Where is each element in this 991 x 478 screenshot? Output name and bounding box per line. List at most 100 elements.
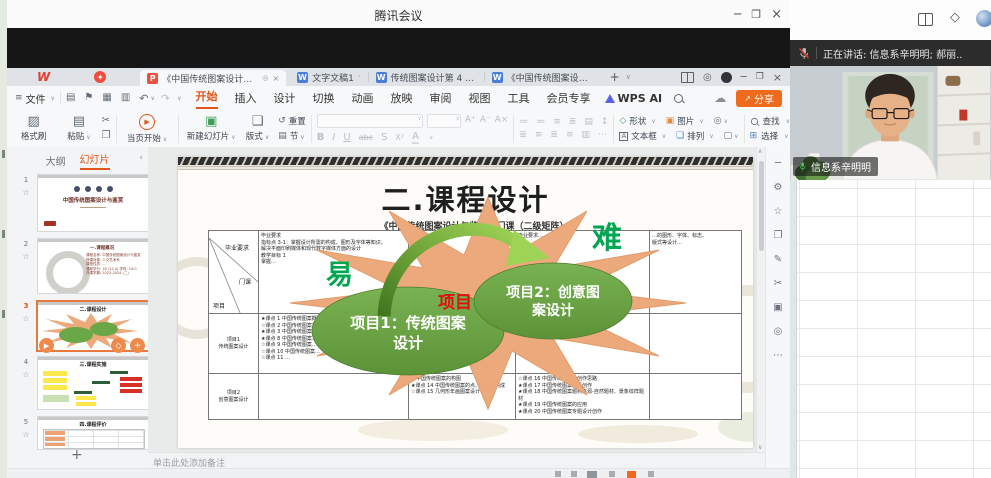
textbox-button[interactable]: A 文本框∨ [619, 130, 666, 142]
wps-minimize-button[interactable]: ─ [741, 72, 747, 83]
starburst-graphic[interactable]: 项目 易 难 项目1：传统图案 设计 项目2：创意图 案设计 [288, 196, 690, 412]
browser-extension-icon[interactable]: ◇ [950, 10, 960, 25]
menu-tab-view[interactable]: 视图 [469, 90, 491, 106]
bold-button[interactable]: B [317, 133, 325, 143]
share-button[interactable]: ↗ 分享 [736, 90, 782, 107]
save-icon[interactable]: ▤ [66, 93, 75, 103]
slide-thumbnail-4[interactable]: 三.课程实施 [37, 356, 149, 410]
wps-close-button[interactable]: × [773, 71, 782, 84]
layout-button[interactable]: ❏ 版式∨ [239, 115, 276, 142]
favorites-icon[interactable]: ☆ [774, 199, 783, 223]
scroll-up-arrow[interactable]: ∧ [758, 148, 762, 155]
split-view-icon[interactable] [681, 72, 694, 83]
browser-profile-avatar[interactable] [976, 10, 991, 27]
slides-tab[interactable]: 幻灯片 [80, 151, 110, 170]
file-menu[interactable]: ≡ 文件 ∨ [15, 91, 55, 106]
menu-tab-tools[interactable]: 工具 [508, 90, 530, 106]
star-icon[interactable]: ☆ [19, 252, 33, 261]
undo-chevron[interactable]: ∨ [151, 95, 155, 102]
increase-font-icon[interactable]: A⁺ [465, 116, 476, 125]
font-family-select[interactable]: ∨ [317, 114, 423, 128]
shadow-button[interactable]: S [381, 133, 387, 143]
maximize-button[interactable]: ❐ [751, 8, 761, 21]
tab-list-chevron[interactable]: ∨ [626, 73, 631, 81]
add-slide-button[interactable]: + [130, 338, 145, 353]
print-icon[interactable]: ▦ [102, 93, 111, 103]
play-slide-button[interactable]: ▶ [39, 338, 54, 353]
numbered-list-icon[interactable]: ≕ [536, 118, 545, 127]
scroll-down-arrow[interactable]: ∨ [758, 444, 762, 451]
doc-tab-doc1[interactable]: W 文字文稿1 · [290, 68, 368, 86]
redo-icon[interactable]: ↷ [161, 93, 170, 104]
section-button[interactable]: ▤ 节∨ [278, 130, 306, 142]
cloud-sync-icon[interactable]: ☁ [714, 92, 726, 104]
layout-tool-icon[interactable]: ▣ [773, 295, 782, 319]
wps-restore-button[interactable]: ❐ [756, 72, 764, 82]
columns-icon[interactable]: ▥ [581, 131, 590, 140]
reset-button[interactable]: ↺ 重置 [278, 115, 306, 127]
status-zoom-out-icon[interactable] [609, 471, 615, 477]
menu-tab-animation[interactable]: 动画 [352, 90, 374, 106]
font-size-select[interactable]: ∨ [427, 114, 461, 128]
speaker-video[interactable]: 信息系辛明明 [790, 66, 991, 180]
slide-thumbnail-1[interactable]: 中国传统图案设计与鉴赏 [37, 174, 149, 232]
help-icon[interactable]: ◎ [774, 319, 783, 343]
globe-icon[interactable]: ◎ [703, 72, 712, 83]
cut-icon[interactable]: ✂ [102, 116, 111, 126]
wps-ai-button[interactable]: WPS AI [605, 92, 663, 105]
smart-graphic-icon[interactable]: ◎∨ [714, 117, 728, 126]
font-color-button[interactable]: A [412, 132, 419, 144]
status-zoom-in-icon[interactable] [648, 471, 654, 477]
slide-thumbnail-5[interactable]: 四.课程评价 [37, 416, 149, 450]
underline-button[interactable]: U [343, 133, 350, 143]
menu-tab-member[interactable]: 会员专享 [547, 90, 591, 106]
account-avatar[interactable] [721, 72, 732, 83]
doc-tab-lesson-design[interactable]: W 传统图案设计第 4 次课教学整体设计 [369, 68, 484, 86]
browser-split-icon[interactable] [918, 13, 933, 26]
star-icon[interactable]: ☆ [19, 314, 33, 323]
menu-tab-insert[interactable]: 插入 [235, 90, 257, 106]
italic-button[interactable]: I [332, 133, 335, 143]
comment-icon[interactable]: ✎ [774, 247, 782, 271]
print-preview-icon[interactable]: ▥ [121, 93, 130, 103]
more-tools-icon[interactable]: ⋯ [773, 343, 783, 367]
cut-tool-icon[interactable]: ✂ [774, 271, 782, 295]
align-center-icon[interactable]: ≡ [535, 131, 543, 140]
menu-tab-transition[interactable]: 切换 [313, 90, 335, 106]
flag-icon[interactable]: ⚑ [84, 93, 93, 103]
add-slide-bottom-button[interactable]: + [71, 447, 83, 463]
line-spacing-icon[interactable]: ↕ [601, 118, 609, 127]
text-direction-icon[interactable]: ▤ [584, 118, 593, 127]
status-view-read-icon[interactable] [587, 471, 597, 478]
format-painter-button[interactable]: ▨ 格式刷 [11, 115, 56, 142]
status-view-normal-icon[interactable] [555, 471, 561, 477]
star-icon[interactable]: ☆ [19, 430, 33, 439]
undo-icon[interactable]: ↶ [139, 93, 148, 104]
menu-tab-design[interactable]: 设计 [274, 90, 296, 106]
status-play-icon[interactable] [627, 471, 636, 478]
new-tab-button[interactable]: + [610, 70, 620, 84]
slide[interactable]: 二.课程设计 《中国传统图案设计与鉴赏》门课（二级矩阵） 毕业要求 门课 项目 … [178, 157, 753, 448]
font-color-chevron[interactable]: ∨ [429, 134, 433, 141]
justify-icon[interactable]: ≡ [566, 131, 574, 140]
status-view-sorter-icon[interactable] [571, 471, 577, 477]
search-icon[interactable] [674, 94, 683, 103]
superscript-button[interactable]: X² [395, 134, 404, 142]
shape-button[interactable]: ◇ 形状∨ [619, 115, 655, 127]
copy-icon[interactable]: ❐ [102, 131, 111, 141]
find-button[interactable]: 查找∨ [750, 115, 790, 127]
tab-close-icon[interactable]: × [272, 74, 279, 83]
doc-tab-syllabus[interactable]: W 《中国传统图案设计与鉴赏》教学大纲 [485, 68, 600, 86]
bullet-list-icon[interactable]: ≔ [519, 118, 528, 127]
collapse-ribbon-icon[interactable]: ─ [775, 151, 781, 175]
menu-tab-home[interactable]: 开始 [196, 88, 218, 109]
arrange-button[interactable]: ❏ 排列∨ [676, 130, 714, 142]
crop-icon[interactable]: ▢∨ [724, 132, 739, 141]
menu-tab-slideshow[interactable]: 放映 [391, 90, 413, 106]
indent-icon[interactable]: ≣ [569, 118, 577, 127]
menu-collapse-chevron[interactable]: ∨ [177, 95, 181, 102]
wps-home-logo[interactable]: W [37, 70, 50, 84]
picture-button[interactable]: ▣ 图片∨ [666, 115, 704, 127]
outdent-icon[interactable]: ≡ [553, 118, 561, 127]
properties-icon[interactable]: ⚙ [774, 175, 783, 199]
